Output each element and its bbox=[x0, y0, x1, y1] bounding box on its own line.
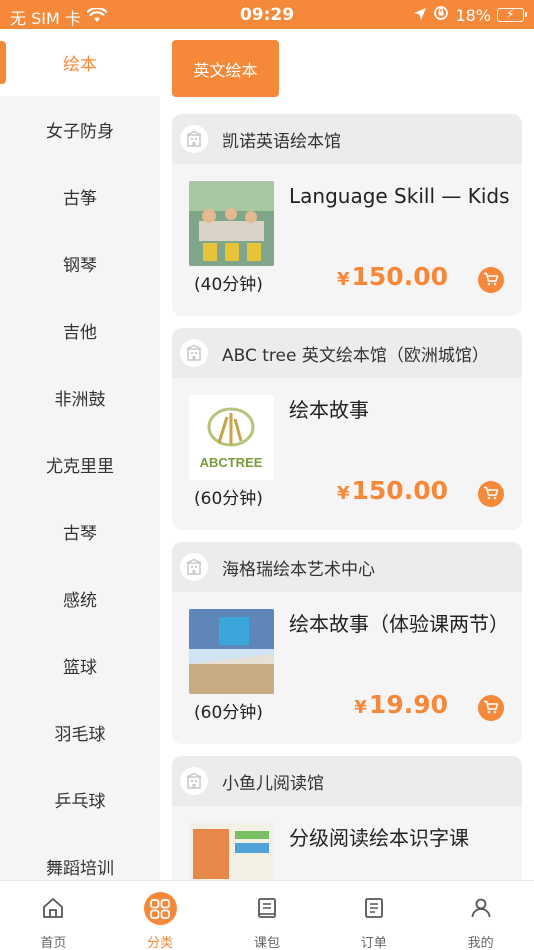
sidebar-item-label: 篮球 bbox=[63, 658, 97, 678]
user-icon bbox=[467, 894, 495, 922]
sidebar-item-label: 羽毛球 bbox=[54, 725, 106, 745]
sidebar-item-label: 古琴 bbox=[63, 524, 97, 544]
course-body: 绘本故事（体验课两节） (60分钟) ¥19.90 bbox=[172, 592, 522, 744]
status-bar: 无 SIM 卡 09:29 18% ⚡ bbox=[0, 0, 534, 29]
sidebar-item-guzheng[interactable]: 古筝 bbox=[0, 163, 160, 230]
sidebar-item-label: 感统 bbox=[63, 591, 97, 611]
sidebar-item-label: 钢琴 bbox=[63, 256, 97, 276]
currency-symbol: ¥ bbox=[336, 483, 350, 504]
battery-charging-icon: ⚡ bbox=[497, 7, 527, 22]
course-body: 分级阅读绘本识字课 bbox=[172, 806, 522, 880]
course-card[interactable]: 小鱼儿阅读馆 分级阅读绘本识字课 bbox=[172, 756, 522, 880]
tab-course-pack[interactable]: 课包 bbox=[214, 881, 321, 950]
sidebar-item-label: 舞蹈培训 bbox=[46, 859, 114, 879]
shop-building-icon bbox=[180, 125, 208, 153]
currency-symbol: ¥ bbox=[354, 697, 367, 718]
sidebar-item-dance[interactable]: 舞蹈培训 bbox=[0, 833, 160, 880]
course-card[interactable]: 凯诺英语绘本馆 Language Skill — Kids (40分钟) ¥15… bbox=[172, 114, 522, 316]
course-thumbnail-image: ABCTREE bbox=[189, 395, 274, 480]
course-price: ¥150.00 bbox=[337, 476, 448, 505]
add-to-cart-button[interactable] bbox=[478, 695, 504, 721]
sidebar-item-label: 古筝 bbox=[63, 189, 97, 209]
sidebar-item-label: 乒乓球 bbox=[54, 792, 106, 812]
course-price: ¥150.00 bbox=[337, 262, 448, 291]
tab-label: 我的 bbox=[467, 936, 494, 950]
price-value: 19.90 bbox=[368, 690, 448, 719]
course-duration: (60分钟) bbox=[194, 489, 263, 509]
add-to-cart-button[interactable] bbox=[478, 267, 504, 293]
book-icon bbox=[253, 894, 281, 922]
shop-name: 海格瑞绘本艺术中心 bbox=[222, 559, 375, 580]
shop-name: 凯诺英语绘本馆 bbox=[222, 131, 341, 152]
sidebar-item-djembe[interactable]: 非洲鼓 bbox=[0, 364, 160, 431]
sidebar-item-label: 非洲鼓 bbox=[54, 390, 106, 410]
course-thumbnail-image bbox=[189, 609, 274, 694]
cart-icon bbox=[483, 485, 499, 504]
shop-header[interactable]: 小鱼儿阅读馆 bbox=[172, 756, 522, 806]
sidebar-item-label: 绘本 bbox=[63, 55, 97, 75]
course-title: 分级阅读绘本识字课 bbox=[289, 826, 469, 850]
course-duration: (40分钟) bbox=[194, 275, 263, 295]
course-title: 绘本故事（体验课两节） bbox=[289, 612, 509, 636]
sidebar-item-ukulele[interactable]: 尤克里里 bbox=[0, 431, 160, 498]
tab-category[interactable]: 分类 bbox=[107, 881, 214, 950]
course-body: Language Skill — Kids (40分钟) ¥150.00 bbox=[172, 164, 522, 316]
rotation-lock-icon bbox=[433, 5, 449, 25]
shop-header[interactable]: ABC tree 英文绘本馆（欧洲城馆） bbox=[172, 328, 522, 378]
sidebar-item-picture-books[interactable]: 绘本 bbox=[0, 29, 160, 96]
tab-home[interactable]: 首页 bbox=[0, 881, 107, 950]
sidebar-item-guitar[interactable]: 吉他 bbox=[0, 297, 160, 364]
course-thumbnail-image bbox=[189, 823, 274, 880]
sidebar-item-piano[interactable]: 钢琴 bbox=[0, 230, 160, 297]
grid-icon bbox=[143, 892, 177, 925]
shop-name: ABC tree 英文绘本馆（欧洲城馆） bbox=[222, 345, 489, 366]
shop-building-icon bbox=[180, 767, 208, 795]
sidebar-item-label: 吉他 bbox=[63, 323, 97, 343]
course-card[interactable]: 海格瑞绘本艺术中心 绘本故事（体验课两节） (60分钟) ¥19.90 bbox=[172, 542, 522, 744]
cart-icon bbox=[483, 699, 499, 718]
tab-orders[interactable]: 订单 bbox=[320, 881, 427, 950]
course-price: ¥19.90 bbox=[354, 690, 448, 719]
order-icon bbox=[360, 894, 388, 922]
course-card[interactable]: ABC tree 英文绘本馆（欧洲城馆） ABCTREE 绘本故事 (60分钟)… bbox=[172, 328, 522, 530]
tab-label: 首页 bbox=[40, 936, 67, 950]
sidebar-item-label: 尤克里里 bbox=[46, 457, 114, 477]
sidebar-item-sensory[interactable]: 感统 bbox=[0, 565, 160, 632]
course-list-panel: 英文绘本 凯诺英语绘本馆 Language Skill — Kids (40分钟… bbox=[160, 29, 534, 880]
tab-label: 订单 bbox=[360, 936, 387, 950]
svg-text:ABCTREE: ABCTREE bbox=[200, 455, 263, 470]
shop-building-icon bbox=[180, 339, 208, 367]
bottom-tab-bar: 首页 分类 课包 订单 我的 bbox=[0, 880, 534, 950]
shop-header[interactable]: 海格瑞绘本艺术中心 bbox=[172, 542, 522, 592]
subcategory-chip-english-books[interactable]: 英文绘本 bbox=[172, 40, 279, 97]
sidebar-item-table-tennis[interactable]: 乒乓球 bbox=[0, 766, 160, 833]
sidebar-item-guqin[interactable]: 古琴 bbox=[0, 498, 160, 565]
sidebar-item-badminton[interactable]: 羽毛球 bbox=[0, 699, 160, 766]
course-title: Language Skill — Kids bbox=[289, 184, 510, 208]
sidebar-item-self-defense[interactable]: 女子防身 bbox=[0, 96, 160, 163]
category-sidebar: 绘本 女子防身 古筝 钢琴 吉他 非洲鼓 尤克里里 古琴 感统 篮球 羽毛球 乒… bbox=[0, 29, 160, 880]
shop-name: 小鱼儿阅读馆 bbox=[222, 773, 324, 794]
location-arrow-icon bbox=[413, 6, 427, 25]
cart-icon bbox=[483, 271, 499, 290]
course-title: 绘本故事 bbox=[289, 398, 369, 422]
tab-profile[interactable]: 我的 bbox=[427, 881, 534, 950]
price-value: 150.00 bbox=[351, 476, 448, 505]
status-right: 18% ⚡ bbox=[413, 5, 527, 25]
home-icon bbox=[39, 894, 67, 922]
course-thumbnail-image bbox=[189, 181, 274, 266]
course-body: ABCTREE 绘本故事 (60分钟) ¥150.00 bbox=[172, 378, 522, 530]
battery-percent: 18% bbox=[455, 5, 491, 25]
sidebar-item-label: 女子防身 bbox=[46, 122, 114, 142]
sidebar-item-basketball[interactable]: 篮球 bbox=[0, 632, 160, 699]
currency-symbol: ¥ bbox=[336, 269, 350, 290]
course-duration: (60分钟) bbox=[194, 703, 263, 723]
add-to-cart-button[interactable] bbox=[478, 481, 504, 507]
tab-label: 课包 bbox=[253, 936, 280, 950]
price-value: 150.00 bbox=[351, 262, 448, 291]
tab-label: 分类 bbox=[147, 936, 174, 950]
shop-building-icon bbox=[180, 553, 208, 581]
shop-header[interactable]: 凯诺英语绘本馆 bbox=[172, 114, 522, 164]
